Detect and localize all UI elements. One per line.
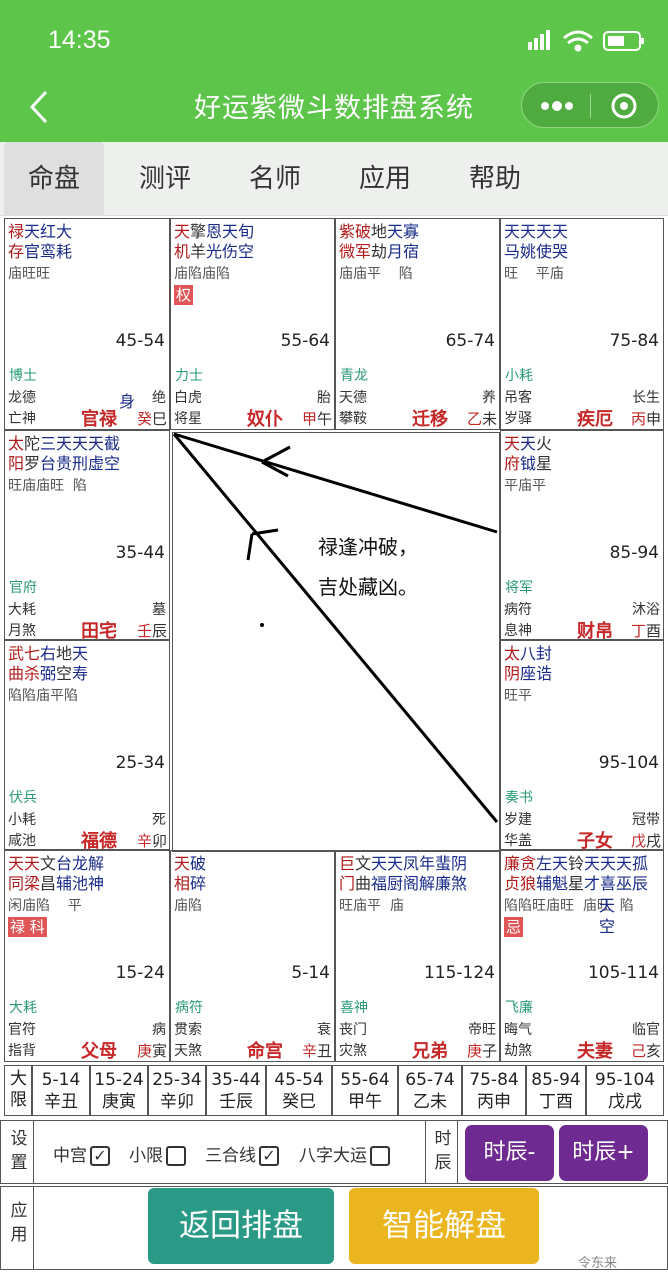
option-bazidayun[interactable]: 八字大运: [299, 1141, 390, 1166]
option-xiaoxian[interactable]: 小限: [129, 1141, 186, 1166]
option-zhonggong[interactable]: 中宫 ✓: [53, 1141, 110, 1166]
daxian-range: 65-74: [405, 1070, 455, 1090]
daxian-ganzhi: 丙申: [477, 1092, 511, 1112]
daxian-item[interactable]: 25-34 辛卯: [148, 1065, 206, 1116]
time-plus-button[interactable]: 时辰+: [559, 1125, 648, 1181]
daxian-ganzhi: 甲午: [348, 1092, 382, 1112]
daxian-ganzhi: 丁酉: [539, 1092, 573, 1112]
apply-label: 应用: [10, 1201, 28, 1245]
daxian-item[interactable]: 75-84 丙申: [462, 1065, 526, 1116]
checkbox-zhonggong[interactable]: ✓: [90, 1146, 110, 1166]
checkbox-xiaoxian[interactable]: [166, 1146, 186, 1166]
settings-row: 设置 中宫 ✓ 小限 三合线 ✓ 八字大运 时辰 时辰- 时辰+: [0, 1120, 668, 1184]
daxian-row: 大限 5-14 辛丑 15-24 庚寅 25-34 辛卯 35-44 壬辰 45-54 癸巳 55-…: [0, 1065, 668, 1116]
daxian-ganzhi: 乙未: [413, 1092, 447, 1112]
smart-interpret-button[interactable]: 智能解盘: [349, 1188, 539, 1264]
daxian-range: 15-24: [94, 1070, 144, 1090]
settings-label: 设置: [10, 1129, 28, 1173]
daxian-item[interactable]: 5-14 辛丑: [32, 1065, 90, 1116]
daxian-range: 85-94: [531, 1070, 581, 1090]
time-label: 时辰: [434, 1129, 452, 1173]
apply-row: 应用: [0, 1186, 668, 1270]
daxian-range: 95-104: [594, 1070, 656, 1090]
daxian-item[interactable]: 65-74 乙未: [398, 1065, 462, 1116]
daxian-range: 75-84: [469, 1070, 519, 1090]
checkbox-bazidayun[interactable]: [370, 1146, 390, 1166]
daxian-ganzhi: 辛丑: [44, 1092, 78, 1112]
checkbox-sanhexian[interactable]: ✓: [259, 1146, 279, 1166]
daxian-item[interactable]: 95-104 戊戌: [586, 1065, 664, 1116]
daxian-range: 25-34: [152, 1070, 202, 1090]
daxian-label: 大限: [4, 1065, 32, 1116]
daxian-range: 35-44: [211, 1070, 261, 1090]
daxian-range: 5-14: [41, 1070, 81, 1090]
option-sanhexian[interactable]: 三合线 ✓: [205, 1141, 279, 1166]
daxian-item[interactable]: 35-44 壬辰: [206, 1065, 266, 1116]
daxian-item[interactable]: 55-64 甲午: [332, 1065, 398, 1116]
watermark: 令东来: [578, 1256, 618, 1271]
daxian-ganzhi: 壬辰: [219, 1092, 253, 1112]
return-chart-button[interactable]: 返回排盘: [148, 1188, 334, 1264]
daxian-ganzhi: 辛卯: [160, 1092, 194, 1112]
daxian-item[interactable]: 15-24 庚寅: [90, 1065, 148, 1116]
daxian-ganzhi: 癸巳: [282, 1092, 316, 1112]
daxian-range: 45-54: [274, 1070, 324, 1090]
daxian-item[interactable]: 45-54 癸巳: [266, 1065, 332, 1116]
daxian-item[interactable]: 85-94 丁酉: [526, 1065, 586, 1116]
daxian-ganzhi: 戊戌: [608, 1092, 642, 1112]
daxian-ganzhi: 庚寅: [102, 1092, 136, 1112]
time-minus-button[interactable]: 时辰-: [465, 1125, 554, 1181]
daxian-range: 55-64: [340, 1070, 390, 1090]
